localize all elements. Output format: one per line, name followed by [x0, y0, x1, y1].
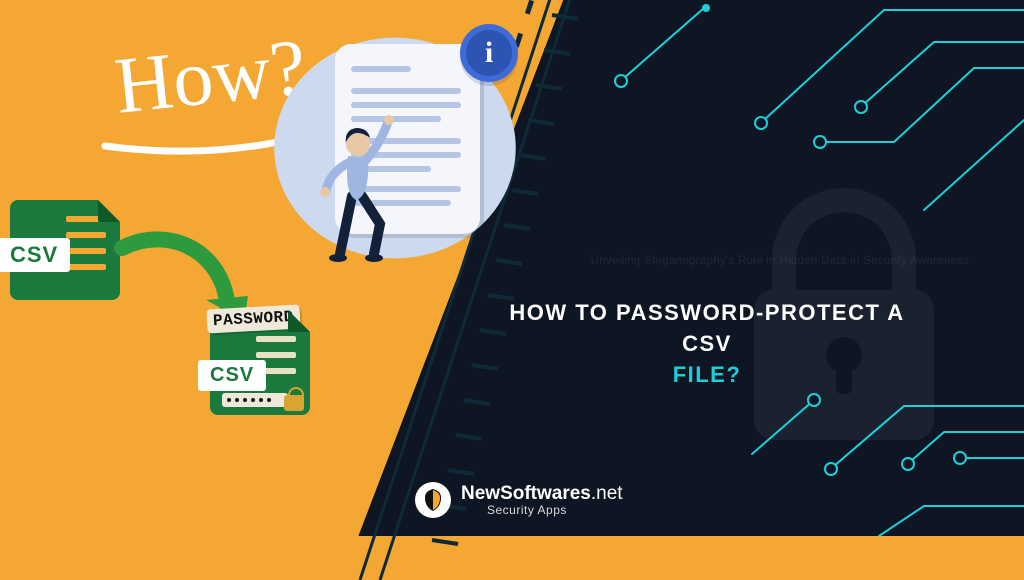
- csv-file-icon: CSV: [10, 200, 120, 300]
- person-illustration: [310, 104, 400, 264]
- banner-canvas: How? i: [0, 0, 1024, 536]
- brand-block: NewSoftwares.net Security Apps: [415, 482, 623, 518]
- info-icon: i: [460, 24, 518, 82]
- csv-badge: CSV: [198, 360, 266, 391]
- ghost-subtitle: Unveiling Steganography's Role in Hidden…: [560, 255, 1000, 267]
- csv-password-file-icon: CSV PASSWORD: [210, 310, 310, 415]
- circuit-lines-top: [564, 0, 1024, 230]
- csv-badge: CSV: [0, 238, 70, 272]
- document-illustration: i: [280, 28, 510, 268]
- brand-name: NewSoftwares.net: [461, 484, 623, 504]
- lock-icon: [284, 395, 304, 411]
- brand-tagline: Security Apps: [487, 504, 623, 517]
- password-label: PASSWORD: [206, 305, 300, 334]
- title-line1: HOW TO PASSWORD-PROTECT A CSV: [509, 300, 904, 356]
- password-dots: [222, 393, 288, 407]
- circuit-lines-bottom: [664, 366, 1024, 536]
- brand-logo-icon: [415, 482, 451, 518]
